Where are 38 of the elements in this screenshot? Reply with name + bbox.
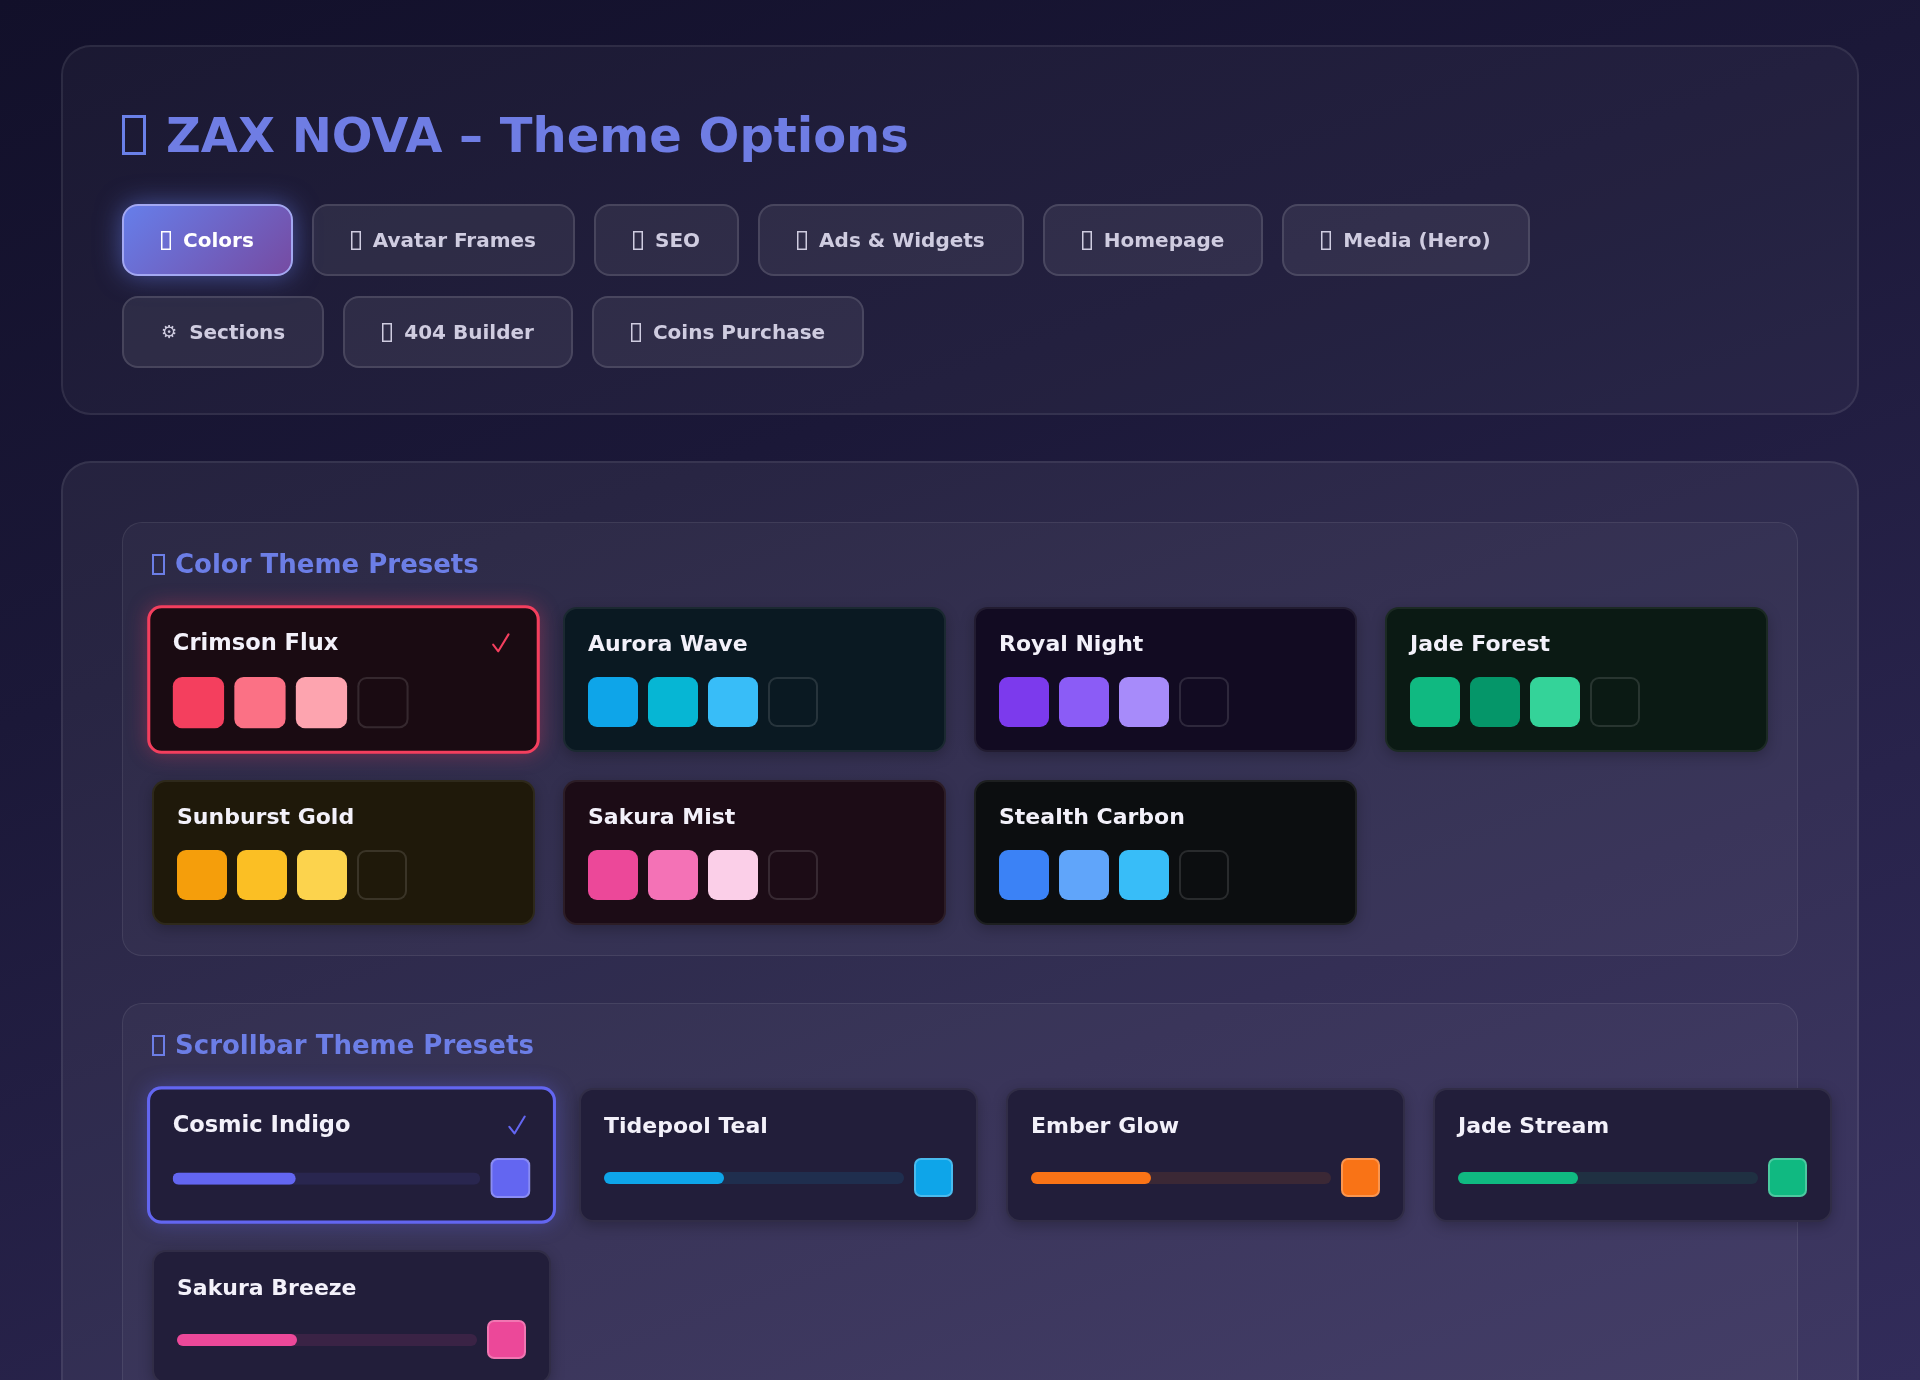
missing-glyph-icon <box>630 322 641 342</box>
missing-glyph-icon <box>161 230 171 250</box>
missing-glyph-icon <box>633 230 643 250</box>
theme-card[interactable]: Sakura Mist <box>563 780 946 925</box>
scrollbar-theme-card[interactable]: Jade Stream <box>1433 1088 1832 1222</box>
theme-card[interactable]: Stealth Carbon <box>974 780 1357 925</box>
missing-glyph-icon <box>1081 230 1092 250</box>
section-heading: Scrollbar Theme Presets <box>175 1029 534 1061</box>
page-title: ZAX NOVA – Theme Options <box>166 106 909 164</box>
scrollbar-theme-card[interactable]: Sakura Breeze <box>152 1250 551 1380</box>
tab[interactable]: Colors <box>122 204 293 276</box>
check-icon <box>491 632 511 654</box>
tab[interactable]: SEO <box>594 204 740 276</box>
missing-glyph-icon <box>122 115 146 155</box>
missing-glyph-icon <box>797 230 808 250</box>
missing-glyph-icon <box>152 553 165 575</box>
tab[interactable]: Homepage <box>1042 204 1264 276</box>
check-icon <box>507 1115 527 1136</box>
theme-card[interactable]: Jade Forest <box>1385 607 1768 752</box>
theme-card[interactable]: Crimson Flux <box>147 605 540 754</box>
section-heading: Color Theme Presets <box>175 548 479 580</box>
missing-glyph-icon <box>382 322 393 342</box>
tab[interactable]: Avatar Frames <box>311 204 575 276</box>
theme-card[interactable]: Royal Night <box>974 607 1357 752</box>
missing-glyph-icon <box>350 230 361 250</box>
scrollbar-theme-card[interactable]: Cosmic Indigo <box>147 1086 556 1224</box>
theme-card[interactable]: Aurora Wave <box>563 607 946 752</box>
theme-card[interactable]: Sunburst Gold <box>152 780 535 925</box>
missing-glyph-icon <box>1321 230 1332 250</box>
tab[interactable]: Ads & Widgets <box>758 204 1024 276</box>
gear-icon: ⚙ <box>161 322 178 342</box>
tab[interactable]: ⚙ Sections <box>122 296 325 368</box>
scrollbar-theme-card[interactable]: Ember Glow <box>1006 1088 1405 1222</box>
missing-glyph-icon <box>152 1034 165 1056</box>
tab[interactable]: 404 Builder <box>343 296 573 368</box>
tab[interactable]: Coins Purchase <box>591 296 865 368</box>
scrollbar-theme-card[interactable]: Tidepool Teal <box>579 1088 978 1222</box>
tab[interactable]: Media (Hero) <box>1282 204 1530 276</box>
